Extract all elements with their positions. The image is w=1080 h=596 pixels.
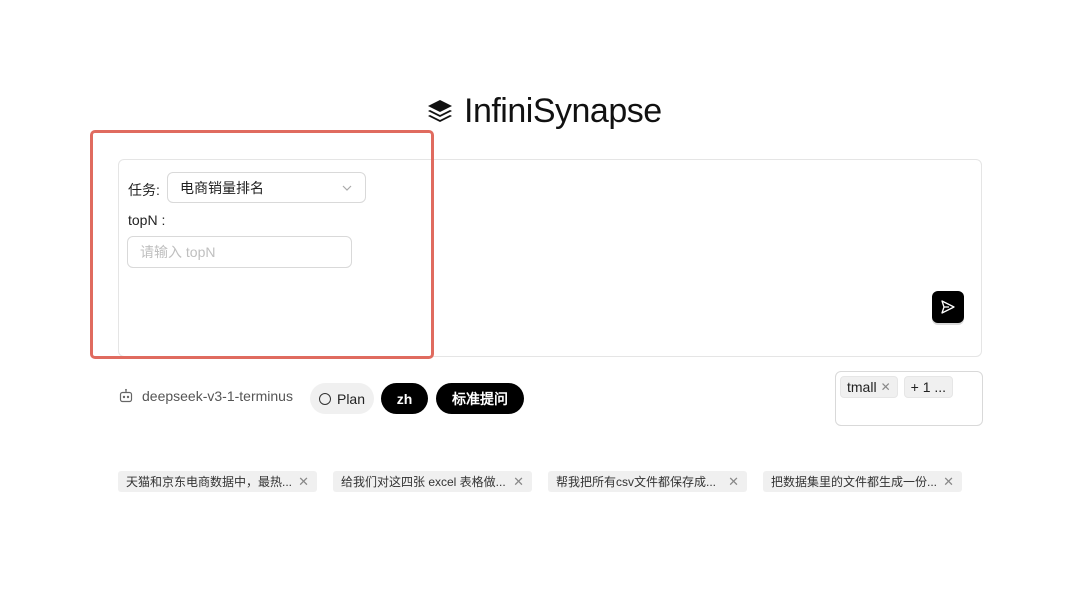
brand-logo: InfiniSynapse: [426, 92, 662, 131]
topn-label: topN :: [128, 212, 166, 228]
task-label: 任务:: [128, 182, 160, 198]
suggestion-text: 把数据集里的文件都生成一份...: [771, 475, 938, 489]
language-button[interactable]: zh: [381, 383, 428, 414]
plan-toggle[interactable]: Plan: [310, 383, 374, 414]
send-icon: [941, 300, 955, 314]
task-select[interactable]: 电商销量排名: [167, 172, 366, 203]
close-icon[interactable]: ✕: [728, 474, 739, 490]
suggestion-text: 给我们对这四张 excel 表格做...: [341, 475, 506, 489]
layers-icon: [428, 99, 452, 122]
datasource-tag-label: tmall: [847, 379, 877, 395]
suggestion-text: 天猫和京东电商数据中，最热...: [126, 475, 293, 489]
datasource-more-tag[interactable]: + 1 ...: [903, 376, 954, 398]
datasource-tag[interactable]: tmall ✕: [840, 376, 898, 398]
datasource-selector[interactable]: tmall ✕ + 1 ...: [835, 371, 983, 426]
close-icon[interactable]: ✕: [943, 474, 954, 490]
close-icon[interactable]: ✕: [513, 474, 524, 490]
suggestion-chip[interactable]: 把数据集里的文件都生成一份... ✕: [763, 471, 962, 492]
suggestion-chip[interactable]: 帮我把所有csv文件都保存成... ✕: [548, 471, 747, 492]
suggestion-chip[interactable]: 天猫和京东电商数据中，最热... ✕: [118, 471, 317, 492]
mode-button[interactable]: 标准提问: [436, 383, 524, 414]
model-name: deepseek-v3-1-terminus: [142, 388, 293, 404]
robot-icon: [119, 388, 133, 403]
suggestion-text: 帮我把所有csv文件都保存成...: [556, 475, 717, 489]
task-select-value: 电商销量排名: [180, 179, 264, 196]
close-icon[interactable]: ✕: [881, 380, 891, 394]
brand-name: InfiniSynapse: [464, 92, 662, 130]
model-selector[interactable]: deepseek-v3-1-terminus: [118, 388, 293, 404]
close-icon[interactable]: ✕: [298, 474, 309, 490]
send-button[interactable]: [932, 291, 964, 323]
mode-label: 标准提问: [452, 390, 508, 407]
language-label: zh: [396, 390, 413, 407]
plan-label: Plan: [336, 390, 366, 407]
radio-unchecked-icon: [318, 392, 331, 405]
chevron-down-icon: [342, 185, 352, 191]
datasource-more-label: + 1 ...: [910, 379, 947, 395]
suggestion-list: 天猫和京东电商数据中，最热... ✕ 给我们对这四张 excel 表格做... …: [118, 471, 962, 492]
topn-input[interactable]: [127, 236, 352, 268]
suggestion-chip[interactable]: 给我们对这四张 excel 表格做... ✕: [333, 471, 532, 492]
